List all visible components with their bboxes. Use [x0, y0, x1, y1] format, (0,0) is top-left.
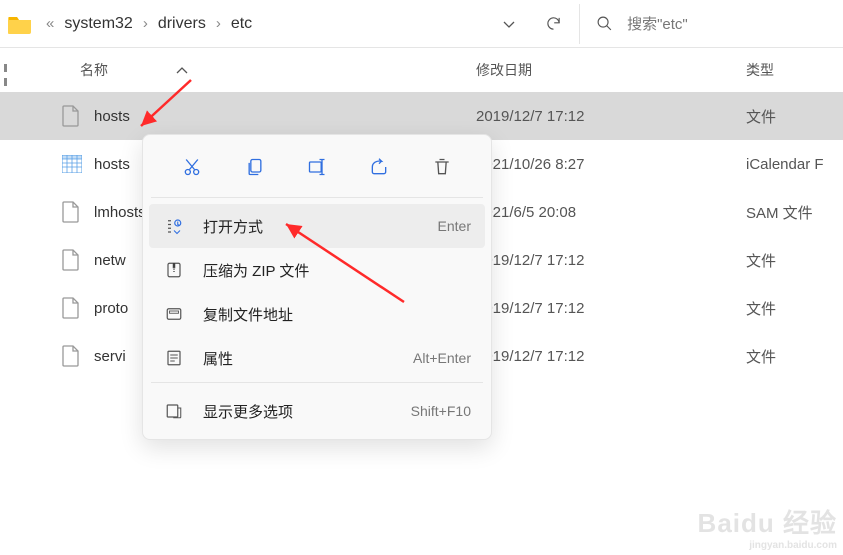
- toolbar-divider: [579, 4, 580, 44]
- column-headers: 名称 修改日期 类型: [0, 48, 843, 92]
- file-date: 2019/12/7 17:12: [476, 300, 746, 317]
- menu-item-label: 显示更多选项: [203, 401, 411, 422]
- column-name[interactable]: 名称: [0, 60, 476, 80]
- menu-item-label: 压缩为 ZIP 文件: [203, 260, 471, 281]
- share-button[interactable]: [358, 149, 400, 185]
- menu-item-open-with[interactable]: 打开方式Enter: [149, 204, 485, 248]
- delete-icon: [432, 157, 452, 177]
- copy-button[interactable]: [234, 149, 276, 185]
- crumb-1[interactable]: system32: [60, 15, 136, 33]
- sort-asc-icon: [176, 66, 188, 74]
- file-date: 2021/6/5 20:08: [476, 204, 746, 221]
- search-box[interactable]: 搜索"etc": [584, 13, 839, 34]
- chevron-right-icon: ›: [216, 15, 221, 32]
- properties-icon: [163, 349, 185, 367]
- share-icon: [369, 157, 389, 177]
- file-type: 文件: [746, 250, 776, 271]
- copy-icon: [245, 157, 265, 177]
- watermark-main: Baidu 经验: [698, 503, 837, 540]
- breadcrumb: system32 › drivers › etc: [60, 15, 256, 33]
- file-type: 文件: [746, 106, 776, 127]
- menu-separator: [151, 382, 483, 383]
- menu-item-copy-path[interactable]: 复制文件地址: [149, 292, 485, 336]
- watermark-sub: jingyan.baidu.com: [749, 540, 837, 551]
- context-menu-actions: [149, 141, 485, 195]
- refresh-icon: [545, 15, 562, 32]
- chevron-right-icon: ›: [143, 15, 148, 32]
- menu-item-more[interactable]: 显示更多选项Shift+F10: [149, 389, 485, 433]
- cut-button[interactable]: [171, 149, 213, 185]
- menu-separator: [151, 197, 483, 198]
- file-type: iCalendar F: [746, 156, 824, 173]
- file-type: 文件: [746, 346, 776, 367]
- rename-button[interactable]: [296, 149, 338, 185]
- copy-path-icon: [163, 305, 185, 323]
- file-type: 文件: [746, 298, 776, 319]
- table-row[interactable]: hosts2019/12/7 17:12文件: [0, 92, 843, 140]
- menu-item-shortcut: Alt+Enter: [413, 350, 471, 366]
- file-date: 2019/12/7 17:12: [476, 348, 746, 365]
- context-menu: 打开方式Enter压缩为 ZIP 文件复制文件地址属性Alt+Enter显示更多…: [142, 134, 492, 440]
- column-date[interactable]: 修改日期: [476, 60, 746, 80]
- open-with-icon: [163, 217, 185, 235]
- file-date: 2019/12/7 17:12: [476, 108, 746, 125]
- crumb-2[interactable]: drivers: [154, 15, 210, 33]
- folder-icon: [8, 14, 32, 34]
- search-icon: [596, 15, 613, 32]
- path-dropdown-button[interactable]: [487, 6, 531, 42]
- crumb-3[interactable]: etc: [227, 15, 256, 33]
- chevron-down-icon: [501, 16, 517, 32]
- refresh-button[interactable]: [531, 6, 575, 42]
- menu-item-label: 打开方式: [203, 216, 438, 237]
- back-chevron-icon[interactable]: «: [46, 15, 54, 32]
- menu-item-label: 属性: [203, 348, 413, 369]
- more-icon: [163, 402, 185, 420]
- rename-icon: [307, 157, 327, 177]
- cut-icon: [182, 157, 202, 177]
- watermark: Baidu 经验jingyan.baidu.com: [698, 503, 837, 551]
- file-date: 2019/12/7 17:12: [476, 252, 746, 269]
- zip-icon: [163, 261, 185, 279]
- toolbar: « system32 › drivers › etc 搜索"etc": [0, 0, 843, 48]
- menu-item-zip[interactable]: 压缩为 ZIP 文件: [149, 248, 485, 292]
- file-date: 2021/10/26 8:27: [476, 156, 746, 173]
- file-name: hosts: [94, 108, 476, 125]
- delete-button[interactable]: [421, 149, 463, 185]
- file-type: SAM 文件: [746, 202, 813, 223]
- column-type[interactable]: 类型: [746, 60, 774, 80]
- menu-item-properties[interactable]: 属性Alt+Enter: [149, 336, 485, 380]
- column-name-label: 名称: [80, 60, 108, 80]
- search-placeholder: 搜索"etc": [627, 13, 688, 34]
- menu-item-label: 复制文件地址: [203, 304, 471, 325]
- menu-item-shortcut: Shift+F10: [411, 403, 471, 419]
- menu-item-shortcut: Enter: [438, 218, 471, 234]
